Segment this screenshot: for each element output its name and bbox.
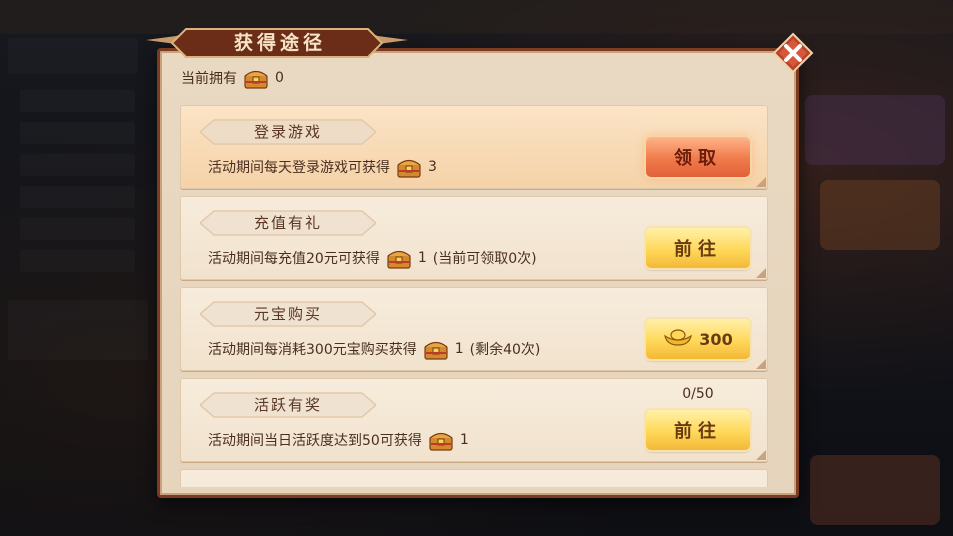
task-title-tag: 元宝购买 <box>200 300 376 328</box>
task-description: 活动期间每消耗300元宝购买获得 1 (剩余40次) <box>208 335 540 363</box>
treasure-chest-icon <box>386 247 412 269</box>
task-description: 活动期间每天登录游戏可获得 3 <box>208 153 437 181</box>
go-button[interactable]: 前往 <box>646 410 750 450</box>
task-desc-text: 活动期间每消耗300元宝购买获得 <box>208 342 417 358</box>
task-description: 活动期间当日活跃度达到50可获得 1 <box>208 426 469 454</box>
task-desc-text: 活动期间每天登录游戏可获得 <box>208 160 390 176</box>
task-extra-note: (当前可领取0次) <box>432 251 537 267</box>
task-reward-count: 1 <box>459 432 469 448</box>
card-corner-ornament <box>756 177 766 187</box>
gold-ingot-icon <box>663 327 693 351</box>
task-reward-count: 1 <box>454 341 464 357</box>
task-card-partial <box>180 469 768 487</box>
task-title: 登录游戏 <box>253 123 322 141</box>
task-card-ingot-purchase: 元宝购买 活动期间每消耗300元宝购买获得 1 (剩余40次) 300 <box>180 287 768 371</box>
task-card-activity: 活跃有奖 活动期间当日活跃度达到50可获得 1 0/50 前往 <box>180 378 768 462</box>
card-corner-ornament <box>756 359 766 369</box>
task-desc-text: 活动期间当日活跃度达到50可获得 <box>208 433 422 449</box>
go-button[interactable]: 前往 <box>646 228 750 268</box>
card-corner-ornament <box>756 450 766 460</box>
task-title: 充值有礼 <box>253 214 322 232</box>
task-title-tag: 充值有礼 <box>200 209 376 237</box>
claim-button[interactable]: 领取 <box>646 137 750 177</box>
owned-value: 0 <box>275 70 284 86</box>
task-desc-text: 活动期间每充值20元可获得 <box>208 251 380 267</box>
treasure-chest-icon <box>423 338 449 360</box>
task-list[interactable]: 登录游戏 活动期间每天登录游戏可获得 3 领取 充值有礼 活动期间每充值20元可… <box>180 105 768 487</box>
task-card-recharge: 充值有礼 活动期间每充值20元可获得 1 (当前可领取0次) 前往 <box>180 196 768 280</box>
owned-summary: 当前拥有 0 <box>181 62 284 94</box>
buy-with-ingots-button[interactable]: 300 <box>646 319 750 359</box>
task-description: 活动期间每充值20元可获得 1 (当前可领取0次) <box>208 244 537 272</box>
task-title: 活跃有奖 <box>253 396 322 414</box>
dialog-title: 获得途径 <box>233 32 326 54</box>
task-title: 元宝购买 <box>253 305 322 323</box>
treasure-chest-icon <box>396 156 422 178</box>
task-extra-note: (剩余40次) <box>469 342 541 358</box>
task-title-tag: 登录游戏 <box>200 118 376 146</box>
activity-progress: 0/50 <box>682 386 714 402</box>
task-reward-count: 1 <box>417 250 427 266</box>
close-button[interactable] <box>772 32 814 74</box>
treasure-chest-icon <box>428 429 454 451</box>
buy-price: 300 <box>699 329 733 349</box>
task-card-login: 登录游戏 活动期间每天登录游戏可获得 3 领取 <box>180 105 768 189</box>
treasure-chest-icon <box>243 67 269 89</box>
task-title-tag: 活跃有奖 <box>200 391 376 419</box>
owned-label: 当前拥有 <box>181 71 237 87</box>
card-corner-ornament <box>756 268 766 278</box>
task-reward-count: 3 <box>428 159 437 175</box>
close-icon <box>772 32 814 74</box>
